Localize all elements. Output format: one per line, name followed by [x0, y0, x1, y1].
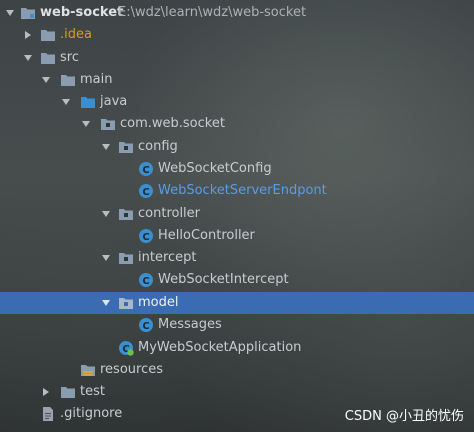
tree-row-controller[interactable]: controller [0, 203, 474, 225]
src-label: src [60, 50, 79, 65]
package-label: com.web.socket [120, 116, 225, 131]
tree-row-resources[interactable]: resources [0, 359, 474, 381]
package-folder-icon [118, 250, 134, 266]
folder-icon [40, 50, 56, 66]
folder-icon [40, 27, 56, 43]
package-folder-icon [100, 116, 116, 132]
tree-row-config[interactable]: config [0, 136, 474, 158]
intercept-label: intercept [138, 250, 197, 265]
chevron-down-icon[interactable] [100, 297, 112, 309]
web-socket-config-label: WebSocketConfig [158, 161, 272, 176]
tree-row-main[interactable]: main [0, 69, 474, 91]
folder-icon [60, 72, 76, 88]
main-label: main [80, 72, 113, 87]
web-socket-server-endpoint-label: WebSocketServerEndpont [158, 183, 327, 198]
tree-row-model[interactable]: model [0, 292, 474, 314]
tree-row-intercept[interactable]: intercept [0, 247, 474, 269]
tree-row-project[interactable]: web-socket E:\wdz\learn\wdz\web-socket [0, 2, 474, 24]
resources-label: resources [100, 362, 164, 377]
gitignore-label: .gitignore [60, 406, 123, 421]
watermark: CSDN @小丑的忧伤 [344, 409, 464, 424]
tree-row-src[interactable]: src [0, 47, 474, 69]
application-label: MyWebSocketApplication [138, 340, 302, 355]
project-path: E:\wdz\learn\wdz\web-socket [118, 5, 307, 20]
tree-row-web-socket-config[interactable]: C WebSocketConfig [0, 158, 474, 180]
class-icon: C [138, 183, 154, 199]
hello-controller-label: HelloController [158, 228, 255, 243]
package-folder-icon [118, 206, 134, 222]
chevron-down-icon[interactable] [60, 96, 72, 108]
svg-text:C: C [142, 321, 149, 332]
chevron-down-icon[interactable] [40, 74, 52, 86]
file-icon [40, 406, 56, 422]
svg-text:C: C [142, 276, 149, 287]
java-label: java [100, 94, 128, 109]
tree-row-package[interactable]: com.web.socket [0, 113, 474, 135]
chevron-down-icon[interactable] [100, 141, 112, 153]
test-label: test [80, 384, 105, 399]
class-icon: C [138, 272, 154, 288]
tree-row-idea[interactable]: .idea [0, 24, 474, 46]
class-icon: C [138, 228, 154, 244]
spring-boot-class-icon: C [118, 340, 134, 356]
source-folder-icon [80, 94, 96, 110]
tree-row-test[interactable]: test [0, 381, 474, 403]
messages-label: Messages [158, 317, 222, 332]
tree-row-web-socket-server-endpoint[interactable]: C WebSocketServerEndpont [0, 180, 474, 202]
idea-label: .idea [60, 27, 92, 42]
config-label: config [138, 139, 178, 154]
class-icon: C [138, 161, 154, 177]
chevron-right-icon[interactable] [22, 29, 34, 41]
tree-row-java[interactable]: java [0, 91, 474, 113]
folder-icon [60, 384, 76, 400]
svg-text:C: C [142, 187, 149, 198]
web-socket-intercept-label: WebSocketIntercept [158, 272, 289, 287]
controller-label: controller [138, 206, 201, 221]
module-folder-icon [20, 5, 36, 21]
svg-text:C: C [142, 232, 149, 243]
chevron-down-icon[interactable] [80, 118, 92, 130]
chevron-down-icon[interactable] [4, 7, 16, 19]
class-icon: C [138, 317, 154, 333]
tree-row-hello-controller[interactable]: C HelloController [0, 225, 474, 247]
svg-text:C: C [142, 165, 149, 176]
model-label: model [138, 295, 179, 310]
chevron-down-icon[interactable] [100, 252, 112, 264]
project-tree: web-socket E:\wdz\learn\wdz\web-socket .… [0, 0, 474, 432]
resources-folder-icon [80, 362, 96, 378]
tree-row-web-socket-intercept[interactable]: C WebSocketIntercept [0, 269, 474, 291]
package-folder-icon [118, 295, 134, 311]
package-folder-icon [118, 139, 134, 155]
chevron-down-icon[interactable] [100, 208, 112, 220]
chevron-down-icon[interactable] [22, 52, 34, 64]
project-name: web-socket [40, 5, 124, 20]
chevron-right-icon[interactable] [40, 386, 52, 398]
tree-row-messages[interactable]: C Messages [0, 314, 474, 336]
tree-row-application[interactable]: C MyWebSocketApplication [0, 337, 474, 359]
